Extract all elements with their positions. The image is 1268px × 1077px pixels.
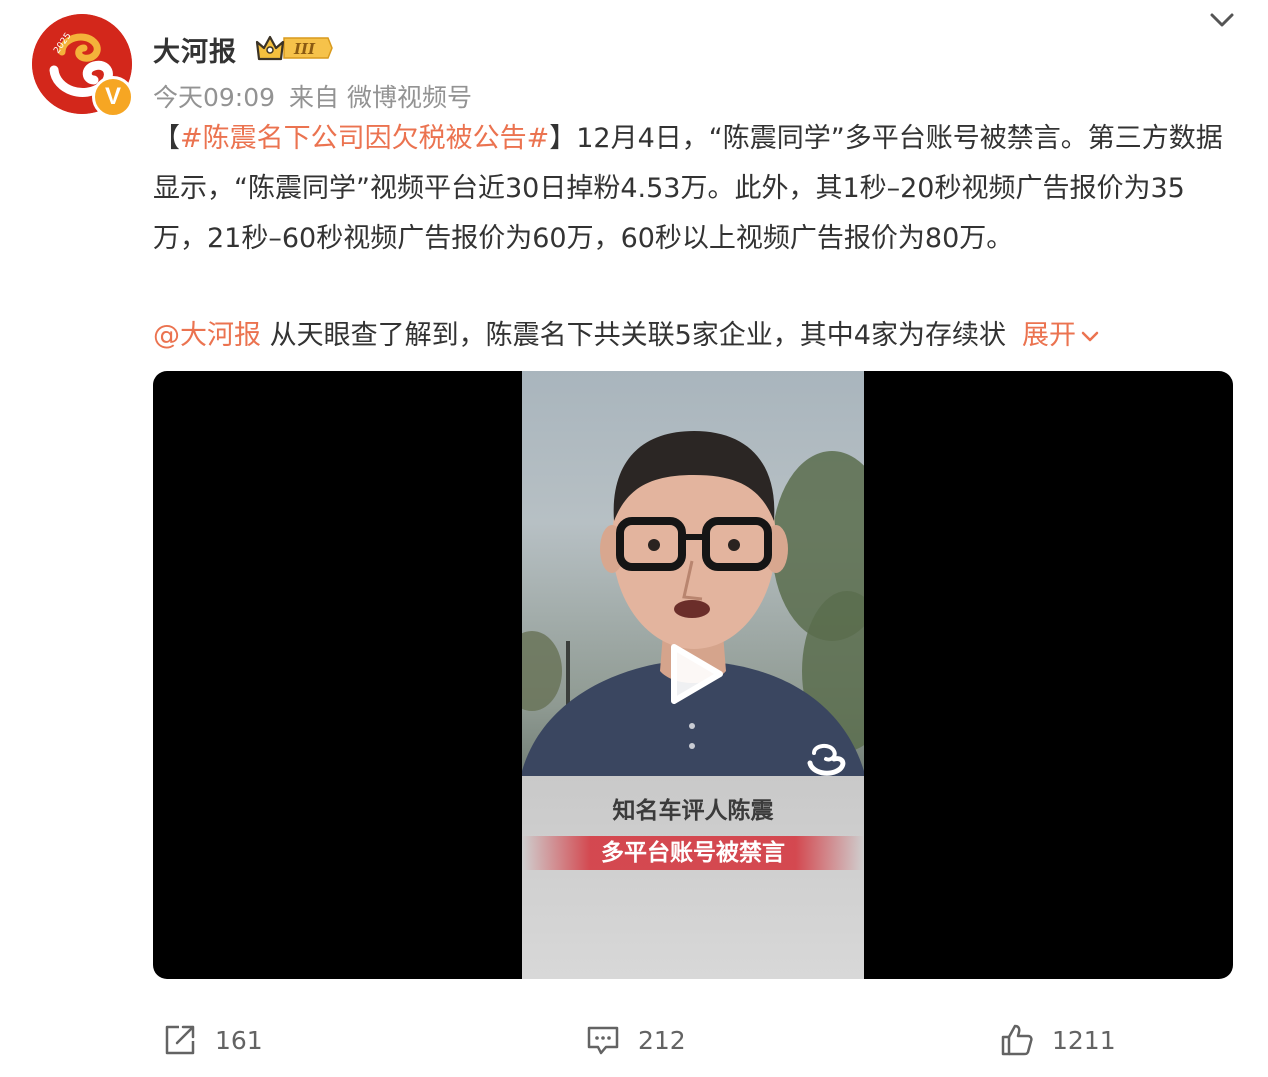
share-count: 161	[215, 1025, 263, 1055]
like-count: 1211	[1052, 1025, 1116, 1055]
post-time[interactable]: 今天09:09	[153, 83, 275, 112]
comment-icon	[587, 1026, 619, 1055]
dahe-watermark-icon	[807, 744, 846, 776]
play-icon[interactable]	[660, 641, 726, 707]
video-player[interactable]: 知名车评人陈震 多平台账号被禁言	[153, 371, 1233, 979]
share-button[interactable]: 161	[163, 1020, 263, 1060]
bracket-open: 【	[153, 123, 180, 154]
weibo-post-card: 2025 V 大河报 III 今天09:09 来自 微博视频号 【#陈震名下公司因…	[0, 0, 1268, 1077]
share-icon	[165, 1025, 195, 1055]
like-button[interactable]: 1211	[1000, 1020, 1116, 1060]
expand-chevron-icon	[1081, 331, 1099, 341]
post-source: 来自 微博视频号	[289, 83, 472, 112]
topic-hashtag[interactable]: #陈震名下公司因欠税被公告#	[180, 123, 549, 154]
bracket-close: 】	[549, 123, 577, 154]
crown-level-icon[interactable]: III	[254, 32, 334, 64]
expand-button[interactable]: 展开	[1022, 320, 1100, 351]
post-meta: 今天09:09 来自 微博视频号	[153, 78, 486, 114]
post-text: 【#陈震名下公司因欠税被公告#】12月4日，“陈震同学”多平台账号被禁言。第三方…	[153, 114, 1233, 264]
repost-summary: @大河报 从天眼查了解到，陈震名下共关联5家企业，其中4家为存续状 展开	[153, 312, 1233, 360]
level-label: III	[293, 40, 316, 58]
comment-count: 212	[638, 1025, 686, 1055]
verified-v-icon: V	[92, 76, 134, 118]
video-caption-title: 知名车评人陈震	[612, 798, 774, 824]
mention-link[interactable]: @大河报	[153, 320, 261, 351]
repost-text: 从天眼查了解到，陈震名下共关联5家企业，其中4家为存续状	[261, 320, 1006, 351]
video-caption-subtitle: 多平台账号被禁言	[601, 840, 785, 866]
chevron-down-icon[interactable]	[1206, 6, 1238, 34]
comment-button[interactable]: 212	[586, 1020, 686, 1060]
author-name[interactable]: 大河报	[153, 30, 237, 69]
expand-label: 展开	[1021, 320, 1076, 351]
thumbs-up-icon	[1001, 1024, 1033, 1056]
